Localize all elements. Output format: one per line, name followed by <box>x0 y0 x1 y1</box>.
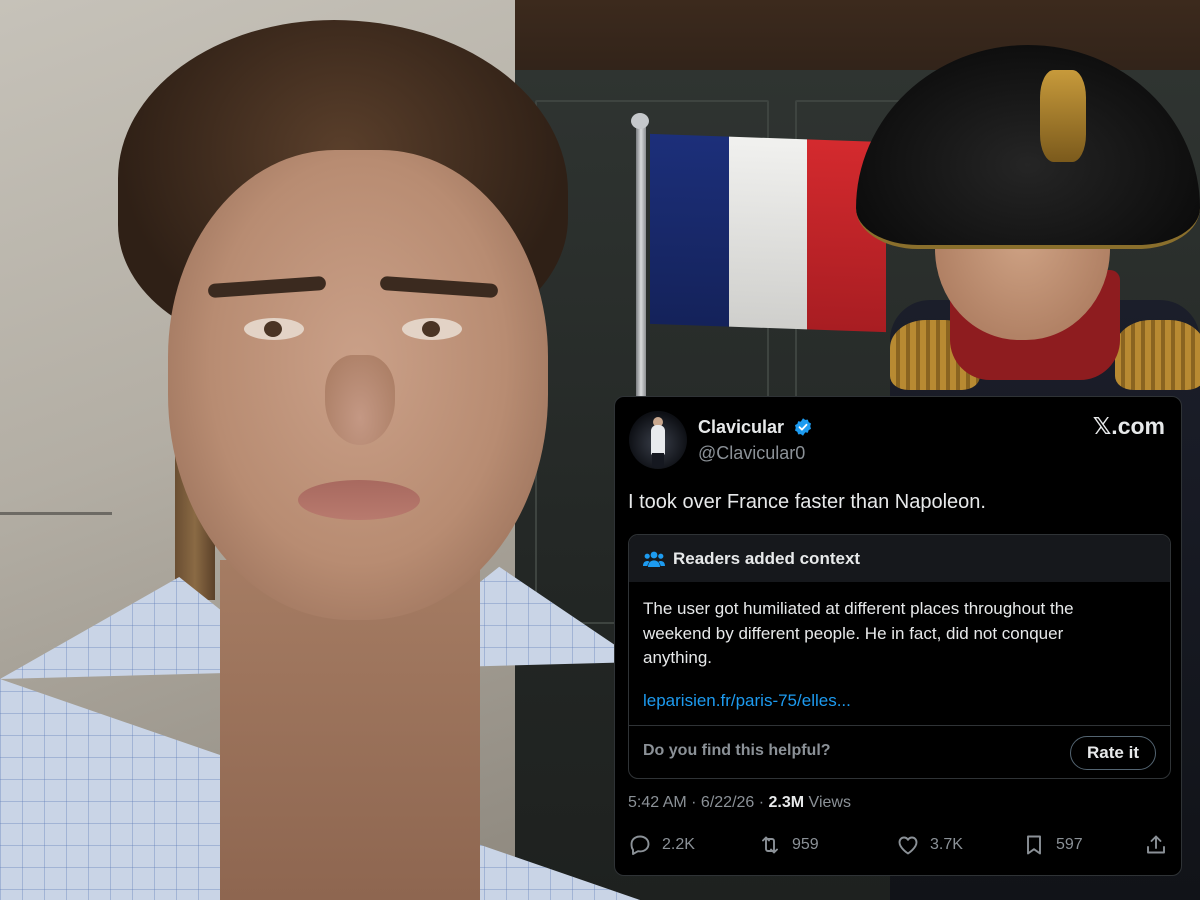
people-icon <box>643 551 665 567</box>
wall-trim <box>0 512 112 515</box>
heart-icon <box>898 836 918 855</box>
community-note-body: The user got humiliated at different pla… <box>643 599 1074 667</box>
bookmark-count: 597 <box>1056 836 1083 853</box>
community-note-header: Readers added context <box>629 535 1170 582</box>
napoleon-epaulet <box>1115 320 1200 390</box>
community-note-footer: Do you find this helpful? Rate it <box>629 725 1170 778</box>
verified-badge-icon <box>795 418 811 436</box>
view-count: 2.3M <box>768 794 805 811</box>
man-eye <box>244 318 304 340</box>
flag-pole <box>636 120 646 400</box>
repost-icon <box>762 836 778 854</box>
x-logo: 𝕏.com <box>1092 413 1165 439</box>
napoleon-cockade <box>1040 70 1086 162</box>
reply-icon <box>630 835 650 855</box>
reply-button[interactable]: 2.2K <box>628 833 695 857</box>
action-bar: 2.2K 959 3.7K 597 <box>628 833 1171 861</box>
post-timestamp[interactable]: 5:42 AM · 6/22/26 · <box>628 794 769 811</box>
helpful-prompt: Do you find this helpful? <box>643 742 831 759</box>
community-note: Readers added context The user got humil… <box>628 534 1171 779</box>
flag-pole-finial <box>631 113 649 129</box>
rate-it-button[interactable]: Rate it <box>1070 736 1156 770</box>
repost-button[interactable]: 959 <box>758 833 819 857</box>
display-name[interactable]: Clavicular <box>698 417 784 438</box>
post-metadata: 5:42 AM · 6/22/26 · 2.3M Views <box>628 794 851 812</box>
community-note-source-link[interactable]: leparisien.fr/paris-75/elles... <box>643 691 851 711</box>
reply-count: 2.2K <box>662 836 695 853</box>
like-button[interactable]: 3.7K <box>896 833 963 857</box>
user-handle[interactable]: @Clavicular0 <box>698 443 805 464</box>
share-button[interactable] <box>1144 833 1178 857</box>
avatar[interactable] <box>629 411 687 469</box>
man-lips <box>298 480 420 520</box>
french-flag <box>650 133 886 333</box>
bookmark-button[interactable]: 597 <box>1022 833 1083 857</box>
man-nose <box>325 355 395 445</box>
repost-count: 959 <box>792 836 819 853</box>
like-count: 3.7K <box>930 836 963 853</box>
man-eye <box>402 318 462 340</box>
post-text: I took over France faster than Napoleon. <box>628 491 986 513</box>
share-icon <box>1147 835 1165 854</box>
community-note-title: Readers added context <box>673 548 861 568</box>
post-card[interactable]: Clavicular @Clavicular0 𝕏.com I took ove… <box>614 396 1182 876</box>
views-label: Views <box>804 794 851 811</box>
bookmark-icon <box>1027 835 1041 855</box>
